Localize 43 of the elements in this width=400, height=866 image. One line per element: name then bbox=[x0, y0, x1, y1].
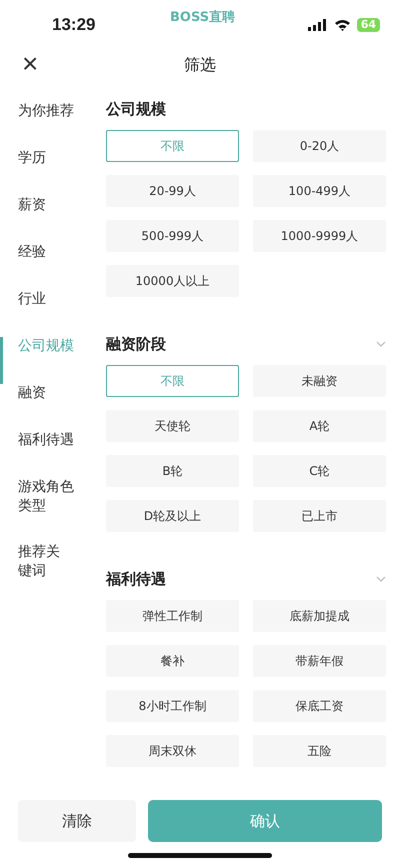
filter-option[interactable]: 未融资 bbox=[253, 365, 386, 397]
filter-option[interactable]: 餐补 bbox=[106, 645, 239, 677]
filter-option[interactable]: 周末双休 bbox=[106, 735, 239, 767]
sidebar-item[interactable]: 经验 bbox=[0, 243, 100, 290]
filter-option[interactable]: 五险 bbox=[253, 735, 386, 767]
sidebar-item[interactable]: 福利待遇 bbox=[0, 431, 100, 478]
filter-option[interactable]: 已上市 bbox=[253, 500, 386, 532]
filter-option[interactable]: 天使轮 bbox=[106, 410, 239, 442]
section-title: 福利待遇 bbox=[106, 570, 166, 588]
filter-option[interactable]: C轮 bbox=[253, 455, 386, 487]
sidebar-item[interactable]: 行业 bbox=[0, 290, 100, 337]
filter-option[interactable]: 8小时工作制 bbox=[106, 690, 239, 722]
filter-option[interactable]: 1000-9999人 bbox=[253, 220, 386, 252]
status-time: 13:29 bbox=[52, 15, 96, 35]
sidebar-item[interactable]: 为你推荐 bbox=[0, 102, 100, 149]
wifi-icon bbox=[334, 19, 351, 31]
filter-option[interactable]: B轮 bbox=[106, 455, 239, 487]
chevron-down-icon[interactable] bbox=[376, 341, 386, 347]
section-title: 融资阶段 bbox=[106, 334, 166, 354]
filter-option[interactable]: 保底工资 bbox=[253, 690, 386, 722]
sidebar-item[interactable]: 游戏角色类型 bbox=[0, 478, 76, 543]
filter-option[interactable]: 500-999人 bbox=[106, 220, 239, 252]
app-label: BOSS直聘 bbox=[170, 9, 236, 26]
chevron-down-icon[interactable] bbox=[376, 576, 386, 582]
sidebar-item[interactable]: 学历 bbox=[0, 149, 100, 196]
filter-option[interactable]: 20-99人 bbox=[106, 175, 239, 207]
sidebar-item[interactable]: 推荐关键词 bbox=[0, 543, 62, 590]
section-title: 公司规模 bbox=[106, 100, 166, 118]
filter-option[interactable]: 带薪年假 bbox=[253, 645, 386, 677]
filter-option[interactable]: A轮 bbox=[253, 410, 386, 442]
close-button[interactable]: × bbox=[22, 50, 38, 78]
sidebar-item[interactable]: 薪资 bbox=[0, 196, 100, 243]
battery-indicator: 64 bbox=[356, 18, 380, 32]
filter-option[interactable]: 10000人以上 bbox=[106, 265, 239, 297]
sidebar-item[interactable]: 融资 bbox=[0, 384, 100, 431]
signal-icon bbox=[308, 19, 328, 31]
filter-option[interactable]: 底薪加提成 bbox=[253, 600, 386, 632]
clear-button[interactable]: 清除 bbox=[18, 800, 136, 842]
filter-option[interactable]: 100-499人 bbox=[253, 175, 386, 207]
filter-option[interactable]: D轮及以上 bbox=[106, 500, 239, 532]
filter-option[interactable]: 弹性工作制 bbox=[106, 600, 239, 632]
filter-option[interactable]: 0-20人 bbox=[253, 130, 386, 162]
page-title: 筛选 bbox=[184, 54, 216, 76]
